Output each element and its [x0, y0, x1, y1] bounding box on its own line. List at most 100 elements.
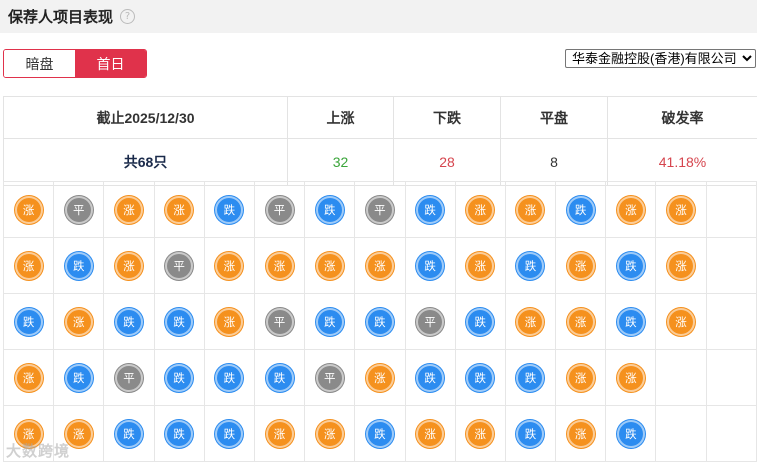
fall-badge[interactable]: 跌 — [365, 419, 394, 448]
fall-badge[interactable]: 跌 — [365, 307, 394, 336]
rise-badge[interactable]: 涨 — [466, 251, 495, 280]
fall-badge[interactable]: 跌 — [265, 363, 294, 392]
fall-badge[interactable]: 跌 — [466, 307, 495, 336]
rise-badge[interactable]: 涨 — [14, 363, 43, 392]
fall-badge[interactable]: 跌 — [516, 251, 545, 280]
rise-badge[interactable]: 涨 — [667, 307, 696, 336]
fall-badge[interactable]: 跌 — [616, 307, 645, 336]
flat-badge[interactable]: 平 — [265, 307, 294, 336]
rise-badge[interactable]: 涨 — [365, 251, 394, 280]
flat-badge[interactable]: 平 — [265, 195, 294, 224]
rise-badge[interactable]: 涨 — [215, 251, 244, 280]
fall-badge[interactable]: 跌 — [165, 419, 194, 448]
rise-badge[interactable]: 涨 — [365, 363, 394, 392]
rise-badge[interactable]: 涨 — [215, 307, 244, 336]
rise-badge[interactable]: 涨 — [566, 251, 595, 280]
ipo-result-grid: 涨平涨涨跌平跌平跌涨涨跌涨涨涨跌涨平涨涨涨涨跌涨跌涨跌涨跌涨跌跌涨平跌跌平跌涨涨… — [2, 181, 757, 462]
rise-badge[interactable]: 涨 — [566, 363, 595, 392]
rise-badge[interactable]: 涨 — [416, 419, 445, 448]
flat-badge[interactable]: 平 — [114, 363, 143, 392]
grid-row: 涨涨跌跌跌涨涨跌涨涨跌涨跌 — [2, 405, 757, 462]
fall-badge[interactable]: 跌 — [516, 363, 545, 392]
fall-badge[interactable]: 跌 — [165, 307, 194, 336]
grid-row: 涨平涨涨跌平跌平跌涨涨跌涨涨 — [2, 181, 757, 238]
break-rate-header: 破发率 — [607, 96, 757, 139]
rise-badge[interactable]: 涨 — [516, 195, 545, 224]
grid-cell: 涨 — [655, 293, 707, 350]
grid-cell: 涨 — [2, 237, 55, 294]
fall-badge[interactable]: 跌 — [416, 363, 445, 392]
grid-cell: 涨 — [253, 405, 306, 462]
date-header: 截止2025/12/30 — [3, 96, 288, 139]
rise-badge[interactable]: 涨 — [265, 419, 294, 448]
rise-badge[interactable]: 涨 — [616, 363, 645, 392]
rise-badge[interactable]: 涨 — [616, 195, 645, 224]
fall-badge[interactable]: 跌 — [315, 195, 344, 224]
grid-cell: 跌 — [504, 349, 557, 406]
fall-badge[interactable]: 跌 — [315, 307, 344, 336]
grid-cell: 跌 — [53, 237, 105, 294]
rise-badge[interactable]: 涨 — [64, 307, 93, 336]
help-icon[interactable]: ? — [120, 9, 136, 24]
grid-cell: 平 — [404, 293, 456, 350]
rise-badge[interactable]: 涨 — [165, 195, 194, 224]
grid-cell: 跌 — [203, 349, 255, 406]
grid-cell: 涨 — [2, 181, 55, 238]
rise-badge[interactable]: 涨 — [14, 419, 43, 448]
rise-badge[interactable]: 涨 — [114, 195, 143, 224]
grid-cell: 跌 — [605, 293, 657, 350]
flat-badge[interactable]: 平 — [315, 363, 344, 392]
rise-badge[interactable]: 涨 — [14, 195, 43, 224]
sponsor-select[interactable]: 华泰金融控股(香港)有限公司 — [565, 49, 756, 68]
fall-badge[interactable]: 跌 — [114, 419, 143, 448]
fall-badge[interactable]: 跌 — [215, 419, 244, 448]
rise-badge[interactable]: 涨 — [667, 251, 696, 280]
rise-badge[interactable]: 涨 — [265, 251, 294, 280]
flat-count: 8 — [500, 138, 608, 186]
rise-badge[interactable]: 涨 — [566, 307, 595, 336]
rise-badge[interactable]: 涨 — [14, 251, 43, 280]
fall-badge[interactable]: 跌 — [616, 251, 645, 280]
fall-badge[interactable]: 跌 — [64, 251, 93, 280]
flat-badge[interactable]: 平 — [416, 307, 445, 336]
break-rate: 41.18% — [607, 138, 757, 186]
grid-cell: 涨 — [203, 237, 255, 294]
fall-badge[interactable]: 跌 — [416, 195, 445, 224]
fall-badge[interactable]: 跌 — [215, 363, 244, 392]
fall-badge[interactable]: 跌 — [516, 419, 545, 448]
rise-badge[interactable]: 涨 — [516, 307, 545, 336]
fall-badge[interactable]: 跌 — [14, 307, 43, 336]
summary-value-row: 共68只 32 28 8 41.18% — [3, 138, 757, 186]
rise-badge[interactable]: 涨 — [466, 419, 495, 448]
flat-badge[interactable]: 平 — [165, 251, 194, 280]
rise-badge[interactable]: 涨 — [315, 251, 344, 280]
grid-cell: 涨 — [2, 405, 55, 462]
tab-grey-market[interactable]: 暗盘 — [4, 50, 75, 77]
tab-first-day[interactable]: 首日 — [75, 50, 146, 77]
rise-badge[interactable]: 涨 — [667, 195, 696, 224]
fall-badge[interactable]: 跌 — [416, 251, 445, 280]
fall-badge[interactable]: 跌 — [616, 419, 645, 448]
flat-badge[interactable]: 平 — [365, 195, 394, 224]
flat-badge[interactable]: 平 — [64, 195, 93, 224]
fall-badge[interactable]: 跌 — [466, 363, 495, 392]
rise-badge[interactable]: 涨 — [466, 195, 495, 224]
rise-badge[interactable]: 涨 — [114, 251, 143, 280]
fall-badge[interactable]: 跌 — [114, 307, 143, 336]
fall-badge[interactable]: 跌 — [64, 363, 93, 392]
fall-header: 下跌 — [393, 96, 501, 139]
summary-table: 截止2025/12/30 上涨 下跌 平盘 破发率 共68只 32 28 8 4… — [3, 96, 757, 186]
fall-badge[interactable]: 跌 — [215, 195, 244, 224]
rise-badge[interactable]: 涨 — [64, 419, 93, 448]
grid-cell: 跌 — [404, 349, 456, 406]
rise-badge[interactable]: 涨 — [566, 419, 595, 448]
grid-cell — [655, 349, 707, 406]
rise-badge[interactable]: 涨 — [315, 419, 344, 448]
fall-badge[interactable]: 跌 — [165, 363, 194, 392]
grid-cell — [705, 181, 757, 238]
sponsor-select-wrap: 华泰金融控股(香港)有限公司 — [565, 49, 756, 68]
grid-cell: 平 — [304, 349, 356, 406]
fall-badge[interactable]: 跌 — [566, 195, 595, 224]
grid-cell: 涨 — [605, 349, 657, 406]
grid-cell: 涨 — [2, 349, 55, 406]
